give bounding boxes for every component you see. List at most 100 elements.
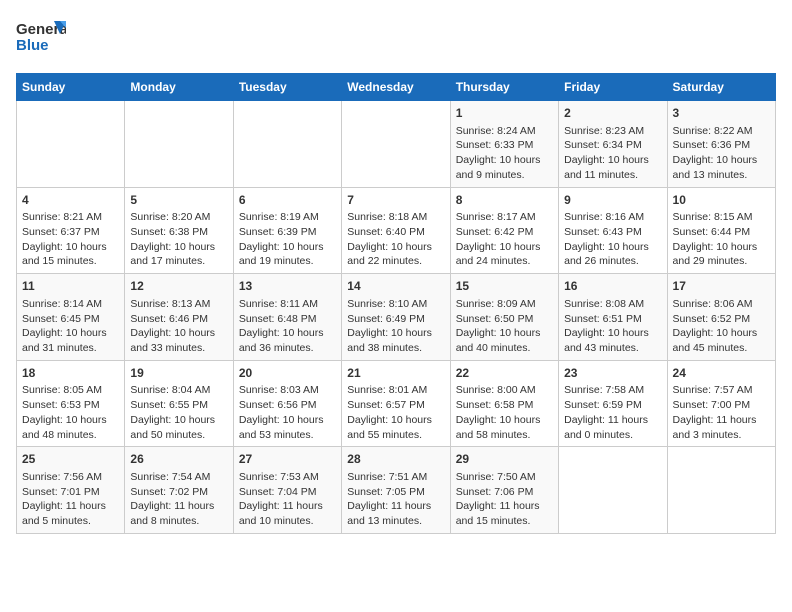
calendar-cell: 19Sunrise: 8:04 AM Sunset: 6:55 PM Dayli… <box>125 360 233 447</box>
day-info: Sunrise: 8:06 AM Sunset: 6:52 PM Dayligh… <box>673 297 770 356</box>
column-header-friday: Friday <box>559 74 667 101</box>
calendar-cell <box>17 101 125 188</box>
column-header-tuesday: Tuesday <box>233 74 341 101</box>
calendar-body: 1 Sunrise: 8:24 AM Sunset: 6:33 PM Daylig… <box>17 101 776 534</box>
day-number: 26 <box>130 451 227 468</box>
day-info: Sunrise: 8:17 AM Sunset: 6:42 PM Dayligh… <box>456 210 553 269</box>
calendar-table: SundayMondayTuesdayWednesdayThursdayFrid… <box>16 73 776 534</box>
day-number: 3 <box>673 105 770 122</box>
day-number: 8 <box>456 192 553 209</box>
day-info: Sunrise: 8:18 AM Sunset: 6:40 PM Dayligh… <box>347 210 444 269</box>
day-info: Sunrise: 8:14 AM Sunset: 6:45 PM Dayligh… <box>22 297 119 356</box>
calendar-cell: 15 Sunrise: 8:09 AM Sunset: 6:50 PM Dayli… <box>450 274 558 361</box>
day-number: 20 <box>239 365 336 382</box>
day-info: Sunrise: 8:15 AM Sunset: 6:44 PM Dayligh… <box>673 210 770 269</box>
day-info: Sunrise: 8:05 AM Sunset: 6:53 PM Dayligh… <box>22 383 119 442</box>
header: General Blue <box>16 16 776 65</box>
day-info: Sunrise: 8:03 AM Sunset: 6:56 PM Dayligh… <box>239 383 336 442</box>
day-info: Sunrise: 8:16 AM Sunset: 6:43 PM Dayligh… <box>564 210 661 269</box>
day-info: Sunrise: 8:20 AM Sunset: 6:38 PM Dayligh… <box>130 210 227 269</box>
calendar-cell: 11 Sunrise: 8:14 AM Sunset: 6:45 PM Dayli… <box>17 274 125 361</box>
day-info: Sunrise: 8:10 AM Sunset: 6:49 PM Dayligh… <box>347 297 444 356</box>
svg-text:Blue: Blue <box>16 37 49 54</box>
calendar-cell: 10Sunrise: 8:15 AM Sunset: 6:44 PM Dayli… <box>667 187 775 274</box>
day-number: 4 <box>22 192 119 209</box>
day-info: Sunrise: 7:57 AM Sunset: 7:00 PM Dayligh… <box>673 383 770 442</box>
calendar-cell: 4Sunrise: 8:21 AM Sunset: 6:37 PM Daylig… <box>17 187 125 274</box>
logo: General Blue <box>16 16 66 65</box>
day-info: Sunrise: 8:01 AM Sunset: 6:57 PM Dayligh… <box>347 383 444 442</box>
calendar-cell: 8Sunrise: 8:17 AM Sunset: 6:42 PM Daylig… <box>450 187 558 274</box>
day-number: 10 <box>673 192 770 209</box>
day-info: Sunrise: 8:22 AM Sunset: 6:36 PM Dayligh… <box>673 124 770 183</box>
day-info: Sunrise: 8:00 AM Sunset: 6:58 PM Dayligh… <box>456 383 553 442</box>
calendar-cell <box>667 447 775 534</box>
day-number: 27 <box>239 451 336 468</box>
calendar-cell: 22Sunrise: 8:00 AM Sunset: 6:58 PM Dayli… <box>450 360 558 447</box>
day-number: 2 <box>564 105 661 122</box>
day-number: 25 <box>22 451 119 468</box>
day-number: 18 <box>22 365 119 382</box>
day-number: 28 <box>347 451 444 468</box>
calendar-cell: 28 Sunrise: 7:51 AM Sunset: 7:05 PM Dayli… <box>342 447 450 534</box>
column-header-sunday: Sunday <box>17 74 125 101</box>
day-number: 19 <box>130 365 227 382</box>
day-number: 15 <box>456 278 553 295</box>
day-number: 13 <box>239 278 336 295</box>
calendar-cell: 7Sunrise: 8:18 AM Sunset: 6:40 PM Daylig… <box>342 187 450 274</box>
day-info: Sunrise: 8:24 AM Sunset: 6:33 PM Dayligh… <box>456 124 553 183</box>
calendar-cell: 14 Sunrise: 8:10 AM Sunset: 6:49 PM Dayli… <box>342 274 450 361</box>
day-info: Sunrise: 8:23 AM Sunset: 6:34 PM Dayligh… <box>564 124 661 183</box>
calendar-week-row: 4Sunrise: 8:21 AM Sunset: 6:37 PM Daylig… <box>17 187 776 274</box>
day-info: Sunrise: 8:21 AM Sunset: 6:37 PM Dayligh… <box>22 210 119 269</box>
day-info: Sunrise: 7:58 AM Sunset: 6:59 PM Dayligh… <box>564 383 661 442</box>
day-number: 22 <box>456 365 553 382</box>
calendar-cell: 21Sunrise: 8:01 AM Sunset: 6:57 PM Dayli… <box>342 360 450 447</box>
day-number: 14 <box>347 278 444 295</box>
day-number: 1 <box>456 105 553 122</box>
calendar-cell: 2 Sunrise: 8:23 AM Sunset: 6:34 PM Daylig… <box>559 101 667 188</box>
day-number: 9 <box>564 192 661 209</box>
calendar-cell: 6Sunrise: 8:19 AM Sunset: 6:39 PM Daylig… <box>233 187 341 274</box>
day-info: Sunrise: 7:54 AM Sunset: 7:02 PM Dayligh… <box>130 470 227 529</box>
calendar-cell: 16 Sunrise: 8:08 AM Sunset: 6:51 PM Dayli… <box>559 274 667 361</box>
calendar-cell <box>342 101 450 188</box>
day-number: 17 <box>673 278 770 295</box>
day-number: 23 <box>564 365 661 382</box>
calendar-header-row: SundayMondayTuesdayWednesdayThursdayFrid… <box>17 74 776 101</box>
column-header-wednesday: Wednesday <box>342 74 450 101</box>
day-info: Sunrise: 7:56 AM Sunset: 7:01 PM Dayligh… <box>22 470 119 529</box>
logo-graphic: General Blue <box>16 16 66 65</box>
calendar-cell: 18Sunrise: 8:05 AM Sunset: 6:53 PM Dayli… <box>17 360 125 447</box>
day-info: Sunrise: 8:11 AM Sunset: 6:48 PM Dayligh… <box>239 297 336 356</box>
calendar-cell: 27 Sunrise: 7:53 AM Sunset: 7:04 PM Dayli… <box>233 447 341 534</box>
day-number: 6 <box>239 192 336 209</box>
column-header-thursday: Thursday <box>450 74 558 101</box>
column-header-saturday: Saturday <box>667 74 775 101</box>
calendar-cell: 12Sunrise: 8:13 AM Sunset: 6:46 PM Dayli… <box>125 274 233 361</box>
day-info: Sunrise: 8:13 AM Sunset: 6:46 PM Dayligh… <box>130 297 227 356</box>
calendar-cell: 23Sunrise: 7:58 AM Sunset: 6:59 PM Dayli… <box>559 360 667 447</box>
calendar-cell: 5Sunrise: 8:20 AM Sunset: 6:38 PM Daylig… <box>125 187 233 274</box>
day-number: 5 <box>130 192 227 209</box>
day-number: 11 <box>22 278 119 295</box>
calendar-week-row: 11 Sunrise: 8:14 AM Sunset: 6:45 PM Dayli… <box>17 274 776 361</box>
calendar-cell: 9Sunrise: 8:16 AM Sunset: 6:43 PM Daylig… <box>559 187 667 274</box>
calendar-cell: 1 Sunrise: 8:24 AM Sunset: 6:33 PM Daylig… <box>450 101 558 188</box>
day-info: Sunrise: 8:09 AM Sunset: 6:50 PM Dayligh… <box>456 297 553 356</box>
day-number: 24 <box>673 365 770 382</box>
calendar-week-row: 25 Sunrise: 7:56 AM Sunset: 7:01 PM Dayli… <box>17 447 776 534</box>
calendar-cell <box>233 101 341 188</box>
day-number: 16 <box>564 278 661 295</box>
calendar-cell <box>125 101 233 188</box>
calendar-cell <box>559 447 667 534</box>
calendar-cell: 24Sunrise: 7:57 AM Sunset: 7:00 PM Dayli… <box>667 360 775 447</box>
day-number: 29 <box>456 451 553 468</box>
day-number: 21 <box>347 365 444 382</box>
calendar-cell: 29Sunrise: 7:50 AM Sunset: 7:06 PM Dayli… <box>450 447 558 534</box>
column-header-monday: Monday <box>125 74 233 101</box>
day-info: Sunrise: 8:08 AM Sunset: 6:51 PM Dayligh… <box>564 297 661 356</box>
day-info: Sunrise: 7:51 AM Sunset: 7:05 PM Dayligh… <box>347 470 444 529</box>
day-info: Sunrise: 8:04 AM Sunset: 6:55 PM Dayligh… <box>130 383 227 442</box>
day-info: Sunrise: 7:53 AM Sunset: 7:04 PM Dayligh… <box>239 470 336 529</box>
